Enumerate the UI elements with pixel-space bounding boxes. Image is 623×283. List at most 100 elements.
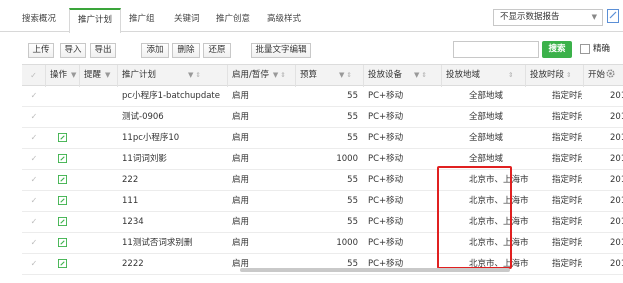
restore-button[interactable]: 还原 — [203, 43, 231, 58]
budget-cell: 55 — [347, 112, 358, 122]
budget-cell: 55 — [347, 217, 358, 227]
add-button[interactable]: 添加 — [141, 43, 169, 58]
campaign-name[interactable]: 11测试否词求别删 — [122, 233, 228, 253]
filter-icon[interactable]: ▼ — [188, 71, 193, 79]
table-row[interactable]: ✓ 测试-0906 启用 55 PC+移动 全部地域 指定时段 2019- — [22, 107, 623, 128]
col-region[interactable]: 投放地域 ⇕ — [442, 65, 526, 87]
start-cell: 2019- — [610, 91, 623, 101]
sort-icon[interactable]: ⇕ — [566, 71, 571, 79]
start-cell: 2019- — [610, 259, 623, 269]
sort-icon[interactable]: ⇕ — [195, 71, 200, 79]
status-cell: 启用 — [232, 154, 250, 164]
budget-cell: 55 — [347, 175, 358, 185]
exact-checkbox[interactable] — [580, 44, 590, 54]
table-row[interactable]: ✓ pc小程序1-batchupdate 启用 55 PC+移动 全部地域 指定时段 2019… — [22, 86, 623, 107]
filter-icon[interactable]: ▼ — [273, 71, 278, 79]
campaign-name[interactable]: 11pc小程序10 — [122, 128, 228, 148]
campaign-name[interactable]: 11词词刘影 — [122, 149, 228, 169]
col-status[interactable]: 启用/暂停 ▼ ⇕ — [228, 65, 296, 87]
status-cell: 启用 — [232, 91, 250, 101]
campaign-name[interactable]: 222 — [122, 170, 228, 190]
report-icon[interactable] — [607, 9, 619, 23]
row-check-icon[interactable]: ✓ — [22, 86, 46, 106]
start-cell: 2019- — [610, 154, 623, 164]
table-row[interactable]: ✓ 11pc小程序10 启用 55 PC+移动 全部地域 指定时段 2019- — [22, 128, 623, 149]
campaign-name[interactable]: pc小程序1-batchupdate — [122, 86, 228, 106]
search-input[interactable] — [453, 41, 539, 58]
budget-cell: 55 — [347, 133, 358, 143]
table-row[interactable]: ✓1234启用55PC+移动北京市、上海市指定时段2019- — [22, 212, 623, 233]
start-cell: 2019- — [610, 217, 623, 227]
horizontal-scrollbar[interactable] — [240, 268, 510, 272]
sort-icon[interactable]: ⇕ — [280, 71, 285, 79]
row-check-icon[interactable]: ✓ — [22, 149, 46, 169]
time-cell: 指定时段 — [552, 238, 582, 248]
col-time[interactable]: 投放时段 ⇕ — [526, 65, 584, 87]
row-check-icon[interactable]: ✓ — [22, 233, 46, 253]
campaign-name[interactable]: 1234 — [122, 212, 228, 232]
region-cell: 全部地域 — [469, 91, 504, 101]
col-reminder[interactable]: 提醒 ▼ — [80, 65, 118, 87]
sort-icon[interactable]: ⇕ — [346, 71, 351, 79]
upload-button[interactable]: 上传 — [28, 43, 54, 58]
col-operation[interactable]: 操作 ▼ — [46, 65, 80, 87]
row-check-icon[interactable]: ✓ — [22, 107, 46, 127]
tab-overview[interactable]: 搜索概况 — [22, 11, 56, 31]
gear-icon[interactable] — [605, 68, 616, 79]
search-button[interactable]: 搜索 — [542, 41, 572, 58]
tab-keyword[interactable]: 关键词 — [174, 11, 200, 31]
edit-icon[interactable] — [58, 217, 67, 226]
filter-icon[interactable]: ▼ — [414, 71, 419, 79]
status-cell: 启用 — [232, 133, 250, 143]
edit-icon[interactable] — [58, 196, 67, 205]
sort-icon[interactable]: ⇕ — [421, 71, 426, 79]
start-cell: 2019- — [610, 196, 623, 206]
delete-button[interactable]: 删除 — [172, 43, 200, 58]
budget-cell: 55 — [347, 91, 358, 101]
row-check-icon[interactable]: ✓ — [22, 128, 46, 148]
campaign-name[interactable]: 2222 — [122, 254, 228, 274]
time-cell: 指定时段 — [552, 133, 582, 143]
tab-adgroup[interactable]: 推广组 — [129, 11, 155, 31]
device-cell: PC+移动 — [368, 154, 404, 164]
edit-icon[interactable] — [58, 238, 67, 247]
export-button[interactable]: 导出 — [90, 43, 116, 58]
row-check-icon[interactable]: ✓ — [22, 254, 46, 274]
batch-text-edit-button[interactable]: 批量文字编辑 — [251, 43, 311, 58]
table-row[interactable]: ✓11测试否词求别删启用1000PC+移动北京市、上海市指定时段2019- — [22, 233, 623, 254]
row-check-icon[interactable]: ✓ — [22, 212, 46, 232]
campaign-name[interactable]: 测试-0906 — [122, 107, 228, 127]
status-cell: 启用 — [232, 112, 250, 122]
device-cell: PC+移动 — [368, 112, 404, 122]
device-cell: PC+移动 — [368, 91, 404, 101]
import-button[interactable]: 导入 — [60, 43, 86, 58]
edit-icon[interactable] — [58, 175, 67, 184]
tab-campaign[interactable]: 推广计划 — [69, 8, 122, 33]
col-device[interactable]: 投放设备 ▼ ⇕ — [364, 65, 442, 87]
row-check-icon[interactable]: ✓ — [22, 170, 46, 190]
region-cell: 全部地域 — [469, 112, 504, 122]
sort-icon[interactable]: ⇕ — [508, 71, 513, 79]
row-check-icon[interactable]: ✓ — [22, 191, 46, 211]
col-budget[interactable]: 预算 ▼ ⇕ — [296, 65, 364, 87]
table-row[interactable]: ✓11词词刘影启用1000PC+移动全部地域指定时段2019- — [22, 149, 623, 170]
select-all-check[interactable]: ✓ — [22, 65, 46, 87]
report-select[interactable]: 不显示数据报告 ▼ — [493, 9, 603, 26]
filter-icon[interactable]: ▼ — [105, 71, 110, 79]
device-cell: PC+移动 — [368, 217, 404, 227]
campaign-name[interactable]: 111 — [122, 191, 228, 211]
edit-icon[interactable] — [58, 154, 67, 163]
edit-icon[interactable] — [58, 259, 67, 268]
check-icon: ✓ — [30, 71, 37, 80]
tab-creative[interactable]: 推广创意 — [216, 11, 250, 31]
table-row[interactable]: ✓111启用55PC+移动北京市、上海市指定时段2019- — [22, 191, 623, 212]
time-cell: 指定时段 — [552, 217, 582, 227]
filter-icon[interactable]: ▼ — [71, 71, 76, 79]
col-campaign[interactable]: 推广计划 ▼ ⇕ — [118, 65, 228, 87]
filter-icon[interactable]: ▼ — [339, 71, 344, 79]
table-row[interactable]: ✓222启用55PC+移动北京市、上海市指定时段2019- — [22, 170, 623, 191]
edit-icon[interactable] — [58, 133, 67, 142]
tab-advanced-style[interactable]: 高级样式 — [267, 11, 301, 31]
col-start[interactable]: 开始 — [584, 65, 623, 87]
start-cell: 2019- — [610, 112, 623, 122]
